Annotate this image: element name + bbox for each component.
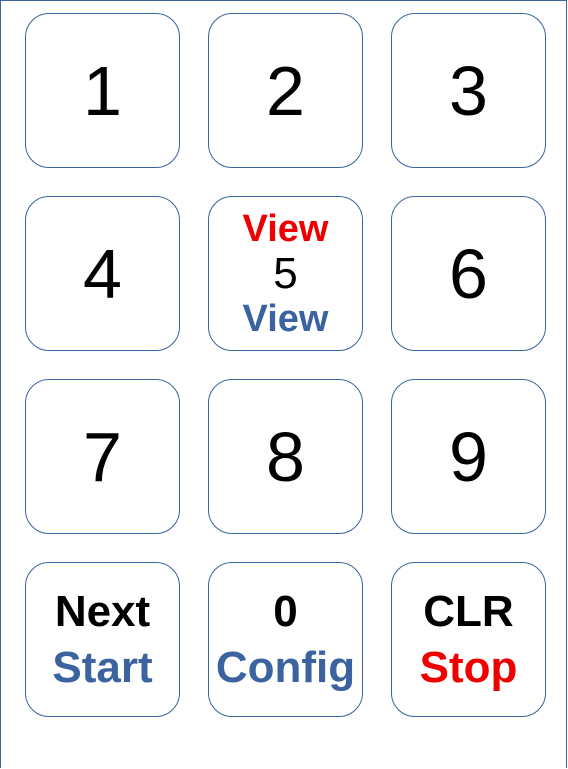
stop-label: Stop [419, 642, 518, 692]
key-5-view-button[interactable]: View 5 View [208, 196, 363, 351]
key-2-button[interactable]: 2 [208, 13, 363, 168]
key-0-config-button[interactable]: 0 Config [208, 562, 363, 717]
key-6-label: 6 [449, 234, 488, 313]
key-7-label: 7 [83, 417, 122, 496]
key-1-label: 1 [83, 51, 122, 130]
key-9-label: 9 [449, 417, 488, 496]
key-3-label: 3 [449, 51, 488, 130]
start-label: Start [52, 642, 153, 692]
key-4-button[interactable]: 4 [25, 196, 180, 351]
key-1-button[interactable]: 1 [25, 13, 180, 168]
key-9-button[interactable]: 9 [391, 379, 546, 534]
key-2-label: 2 [266, 51, 305, 130]
key-8-label: 8 [266, 417, 305, 496]
next-label: Next [54, 586, 151, 636]
config-label: Config [215, 642, 356, 692]
key-5-digit-label: 5 [273, 248, 298, 298]
key-7-button[interactable]: 7 [25, 379, 180, 534]
key-5-bottom-label: View [242, 297, 329, 340]
clr-stop-button[interactable]: CLR Stop [391, 562, 546, 717]
key-4-label: 4 [83, 234, 122, 313]
key-5-top-label: View [242, 207, 329, 250]
key-3-button[interactable]: 3 [391, 13, 546, 168]
numeric-keypad: 1 2 3 4 View 5 View 6 7 8 9 Next Start 0… [25, 13, 546, 717]
key-0-label: 0 [273, 586, 298, 636]
key-6-button[interactable]: 6 [391, 196, 546, 351]
next-start-button[interactable]: Next Start [25, 562, 180, 717]
key-8-button[interactable]: 8 [208, 379, 363, 534]
clr-label: CLR [423, 586, 514, 636]
